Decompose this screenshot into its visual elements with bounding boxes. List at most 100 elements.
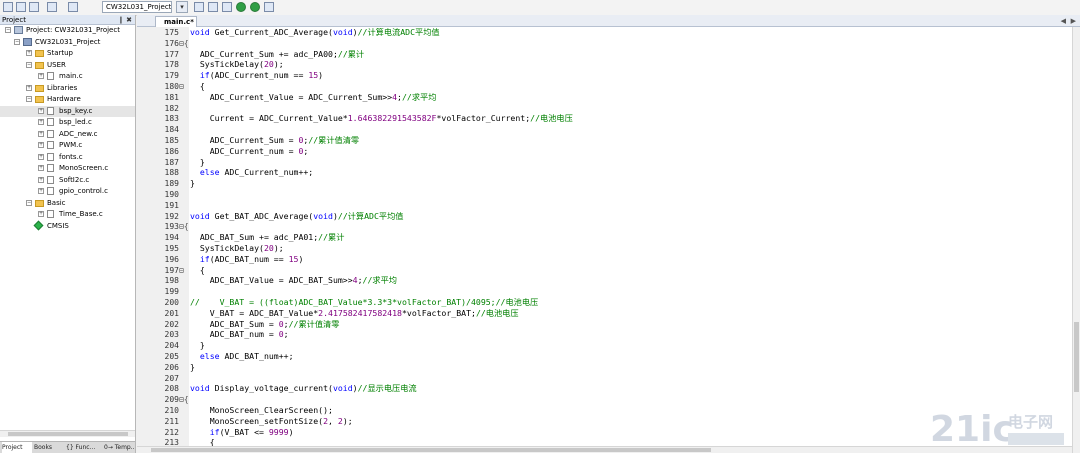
tree-item[interactable]: + Libraries	[0, 83, 135, 94]
tree-item[interactable]: + Startup	[0, 48, 135, 59]
build-icon[interactable]	[3, 2, 13, 12]
fold-marker-icon[interactable]: ⊟{	[179, 221, 189, 232]
vertical-scrollbar[interactable]	[1072, 27, 1080, 453]
code-line[interactable]: 179 if(ADC_Current_num == 15)	[137, 70, 1072, 81]
tree-item[interactable]: + fonts.c	[0, 152, 135, 163]
select-software-packs-icon[interactable]	[250, 2, 260, 12]
code-line[interactable]: 199	[137, 286, 1072, 297]
tree-item[interactable]: + bsp_key.c	[0, 105, 135, 117]
run-icon[interactable]	[264, 2, 274, 12]
code-line[interactable]: 177 ADC_Current_Sum += adc_PA00;//累计	[137, 49, 1072, 60]
bottom-tab[interactable]: {} Func...	[66, 442, 102, 453]
fold-marker-icon[interactable]: ⊟	[179, 81, 184, 92]
translate-icon[interactable]	[68, 2, 78, 12]
code-line[interactable]: 205 else ADC_BAT_num++;	[137, 351, 1072, 362]
code-line[interactable]: 190	[137, 189, 1072, 200]
code-area[interactable]: 175 void Get_Current_ADC_Average(void)//计…	[137, 27, 1072, 453]
tree-item[interactable]: + ADC_new.c	[0, 129, 135, 140]
code-line[interactable]: 185 ADC_Current_Sum = 0;//累计值清零	[137, 135, 1072, 146]
code-line[interactable]: 209 ⊟{	[137, 394, 1072, 405]
code-line[interactable]: 203 ADC_BAT_num = 0;	[137, 329, 1072, 340]
code-line[interactable]: 184	[137, 124, 1072, 135]
code-line[interactable]: 200 // V_BAT = ((float)ADC_BAT_Value*3.3*…	[137, 297, 1072, 308]
expand-icon[interactable]: +	[26, 84, 32, 91]
panel-horizontal-scrollbar[interactable]	[0, 430, 135, 437]
expand-icon[interactable]: +	[38, 107, 44, 114]
tree-item[interactable]: + Time_Base.c	[0, 209, 135, 220]
code-line[interactable]: 194 ADC_BAT_Sum += adc_PA01;//累计	[137, 232, 1072, 243]
code-line[interactable]: 198 ADC_BAT_Value = ADC_BAT_Sum>>4;//求平均	[137, 275, 1072, 286]
code-line[interactable]: 178 SysTickDelay(20);	[137, 59, 1072, 70]
code-line[interactable]: 208 void Display_voltage_current(void)//显…	[137, 383, 1072, 394]
expand-icon[interactable]: +	[38, 188, 44, 194]
batch-build-icon[interactable]	[29, 2, 39, 12]
code-line[interactable]: 195 SysTickDelay(20);	[137, 243, 1072, 254]
tree-item[interactable]: − CW32L031_Project	[0, 37, 135, 48]
bottom-tab[interactable]: 0→ Temp...	[104, 442, 134, 453]
download-icon[interactable]	[47, 2, 57, 12]
expand-icon[interactable]: +	[38, 176, 44, 183]
code-line[interactable]: 182	[137, 103, 1072, 114]
options-icon[interactable]	[194, 2, 204, 12]
code-line[interactable]: 183 Current = ADC_Current_Value*1.646382…	[137, 113, 1072, 124]
tree-item[interactable]: − Project: CW32L031_Project	[0, 25, 135, 36]
code-line[interactable]: 197 ⊟ {	[137, 265, 1072, 276]
code-line[interactable]: 192 void Get_BAT_ADC_Average(void)//计算ADC…	[137, 211, 1072, 222]
collapse-icon[interactable]: −	[26, 199, 32, 206]
rebuild-icon[interactable]	[16, 2, 26, 12]
target-select[interactable]: CW32L031_Project	[102, 1, 172, 13]
code-line[interactable]: 187 }	[137, 157, 1072, 168]
panel-controls[interactable]: ❙ ✖	[118, 15, 132, 25]
collapse-icon[interactable]: −	[26, 61, 32, 68]
expand-icon[interactable]: +	[26, 50, 32, 56]
tab-main-c[interactable]: main.c*	[155, 16, 197, 27]
code-line[interactable]: 181 ADC_Current_Value = ADC_Current_Sum>…	[137, 92, 1072, 103]
fold-marker-icon[interactable]: ⊟{	[179, 394, 189, 405]
code-line[interactable]: 201 V_BAT = ADC_BAT_Value*2.417582417582…	[137, 308, 1072, 319]
fold-marker-icon[interactable]: ⊟	[179, 265, 184, 276]
tree-item[interactable]: CMSIS	[0, 220, 135, 232]
tree-item[interactable]: + main.c	[0, 71, 135, 82]
fold-marker-icon[interactable]: ⊟{	[179, 38, 189, 49]
tree-item[interactable]: + gpio_control.c	[0, 186, 135, 197]
tab-scroll-left-icon[interactable]: ◀	[1061, 16, 1066, 26]
bottom-tab[interactable]: Project	[2, 442, 32, 453]
expand-icon[interactable]: +	[38, 211, 44, 217]
code-line[interactable]: 196 if(ADC_BAT_num == 15)	[137, 254, 1072, 265]
expand-icon[interactable]: +	[38, 142, 44, 148]
tree-item[interactable]: + SoftI2c.c	[0, 175, 135, 186]
expand-icon[interactable]: +	[38, 130, 44, 137]
code-line[interactable]: 189}	[137, 178, 1072, 189]
tree-item[interactable]: − Hardware	[0, 94, 135, 105]
expand-icon[interactable]: +	[38, 153, 44, 160]
code-line[interactable]: 176 ⊟{	[137, 38, 1072, 49]
file-extensions-icon[interactable]	[222, 2, 232, 12]
chevron-down-icon[interactable]: ▾	[176, 1, 188, 13]
code-line[interactable]: 191	[137, 200, 1072, 211]
tree-item[interactable]: + PWM.c	[0, 140, 135, 151]
tree-item[interactable]: + bsp_led.c	[0, 117, 135, 128]
pack-installer-icon[interactable]	[236, 2, 246, 12]
tree-item[interactable]: − USER	[0, 60, 135, 71]
code-line[interactable]: 180 ⊟ {	[137, 81, 1072, 92]
bottom-tab[interactable]: Books	[34, 442, 64, 453]
code-line[interactable]: 188 else ADC_Current_num++;	[137, 167, 1072, 178]
collapse-icon[interactable]: −	[5, 27, 11, 33]
tree-item[interactable]: + MonoScreen.c	[0, 163, 135, 174]
code-line[interactable]: 186 ADC_Current_num = 0;	[137, 146, 1072, 157]
tab-scroll-right-icon[interactable]: ▶	[1071, 16, 1076, 26]
expand-icon[interactable]: +	[38, 119, 44, 125]
code-line[interactable]: 193 ⊟{	[137, 221, 1072, 232]
code-line[interactable]: 207	[137, 373, 1072, 384]
collapse-icon[interactable]: −	[14, 38, 20, 45]
collapse-icon[interactable]: −	[26, 96, 32, 102]
code-line[interactable]: 206}	[137, 362, 1072, 373]
tree-item[interactable]: − Basic	[0, 198, 135, 209]
code-line[interactable]: 204 }	[137, 340, 1072, 351]
code-line[interactable]: 175 void Get_Current_ADC_Average(void)//计…	[137, 27, 1072, 38]
expand-icon[interactable]: +	[38, 73, 44, 79]
code-token: }	[190, 361, 195, 372]
code-line[interactable]: 202 ADC_BAT_Sum = 0;//累计值清零	[137, 319, 1072, 330]
expand-icon[interactable]: +	[38, 165, 44, 171]
manage-components-icon[interactable]	[208, 2, 218, 12]
